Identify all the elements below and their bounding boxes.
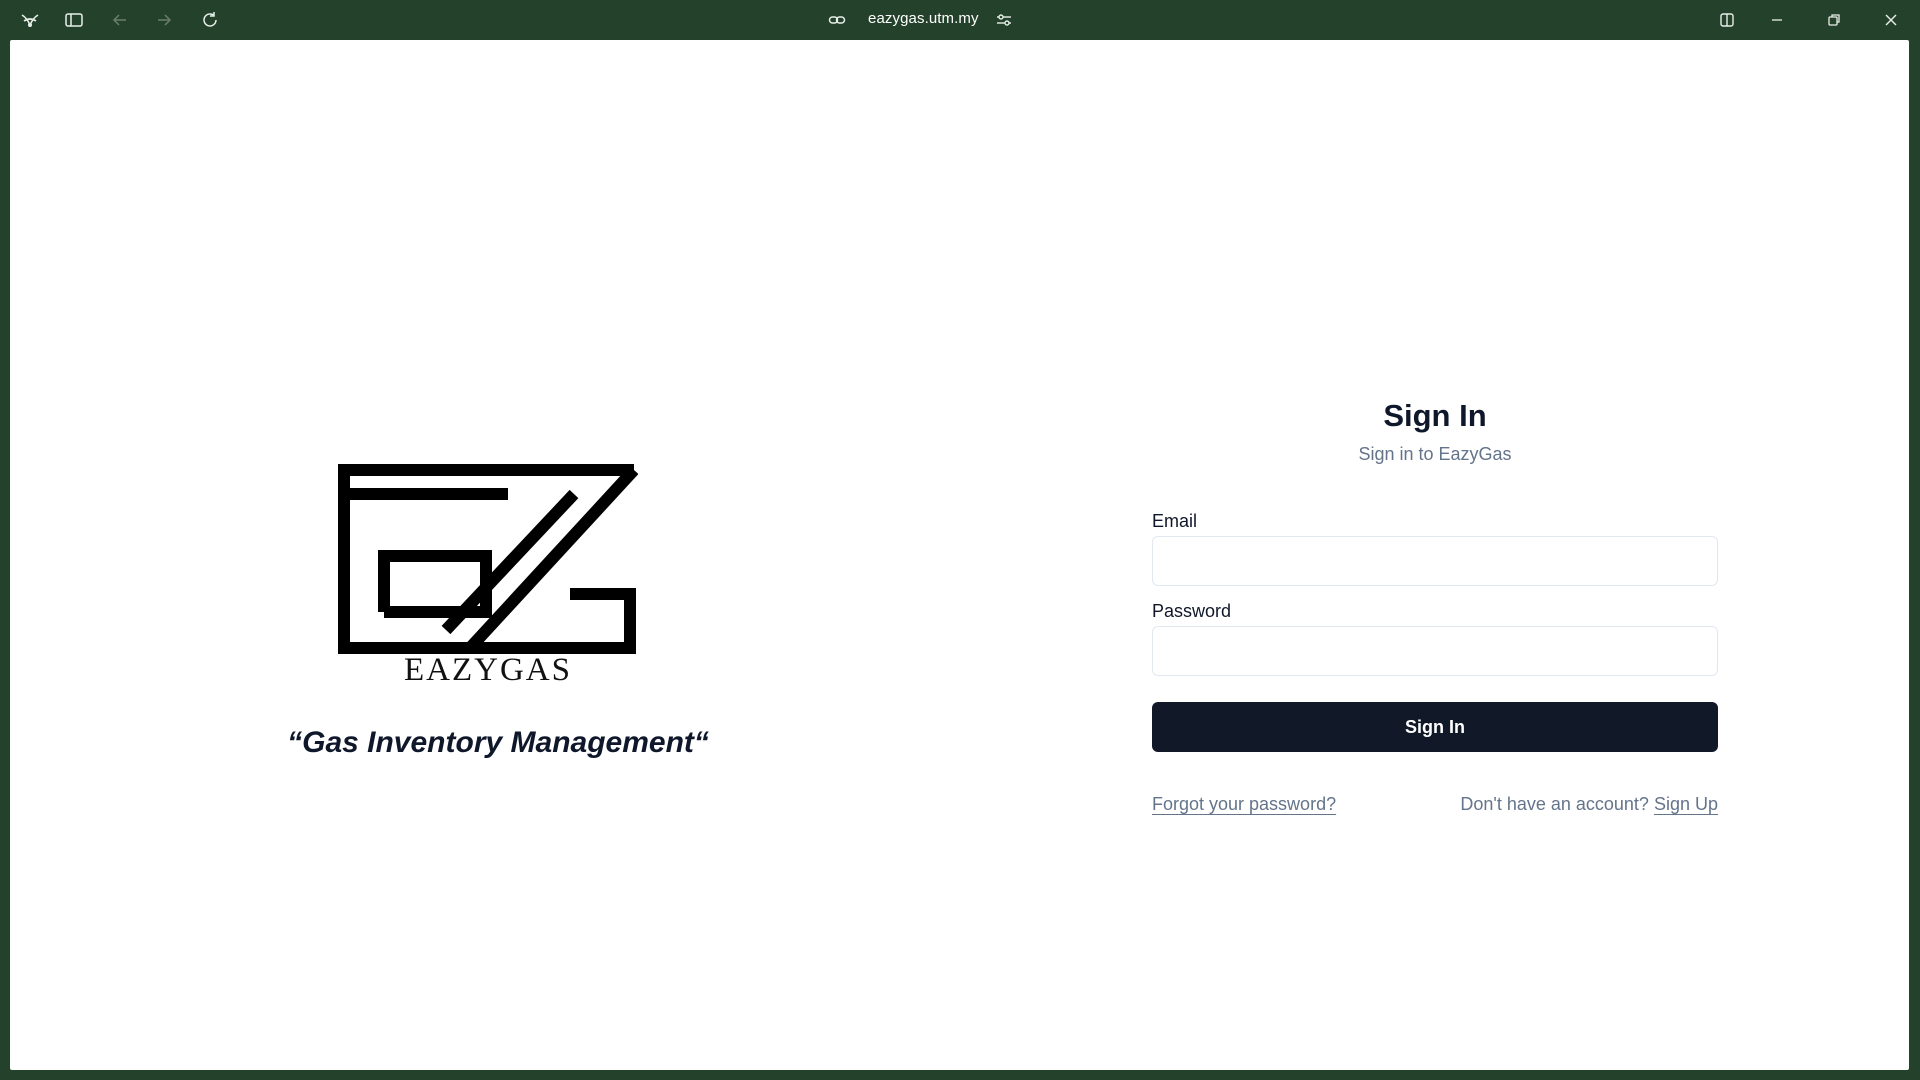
split-view-icon[interactable] [1715, 8, 1739, 32]
minimize-icon[interactable] [1765, 8, 1789, 32]
page-title: Sign In [1383, 398, 1487, 433]
tagline: “Gas Inventory Management“ [287, 726, 709, 759]
browser-logo-icon[interactable] [18, 8, 42, 32]
page-subtitle: Sign in to EazyGas [1358, 444, 1512, 464]
signup-prompt: Don't have an account? Sign Up [1460, 794, 1718, 815]
forgot-password-link[interactable]: Forgot your password? [1152, 794, 1336, 815]
link-icon[interactable] [825, 8, 849, 32]
site-settings-icon[interactable] [992, 8, 1016, 32]
email-field[interactable] [1152, 536, 1718, 586]
password-field[interactable] [1152, 626, 1718, 676]
back-arrow-icon[interactable] [108, 8, 132, 32]
browser-titlebar: eazygas.utm.my [0, 0, 1920, 40]
sign-in-button[interactable]: Sign In [1152, 702, 1718, 752]
restore-icon[interactable] [1822, 8, 1846, 32]
forward-arrow-icon[interactable] [152, 8, 176, 32]
page-viewport: EAZYGAS “Gas Inventory Management“ Sign … [10, 40, 1909, 1070]
no-account-text: Don't have an account? [1460, 794, 1649, 814]
form-links: Forgot your password? Don't have an acco… [1152, 794, 1718, 820]
logo-wordmark: EAZYGAS [404, 652, 572, 688]
close-icon[interactable] [1879, 8, 1903, 32]
reload-icon[interactable] [198, 8, 222, 32]
password-label: Password [1152, 601, 1232, 621]
signin-form: Sign In Sign in to EazyGas Email Passwor… [1152, 396, 1718, 820]
sign-up-link[interactable]: Sign Up [1654, 794, 1718, 814]
sidebar-toggle-icon[interactable] [62, 8, 86, 32]
address-bar-url[interactable]: eazygas.utm.my [868, 10, 979, 27]
brand-panel: EAZYGAS “Gas Inventory Management“ [10, 40, 960, 1070]
email-label: Email [1152, 511, 1198, 531]
